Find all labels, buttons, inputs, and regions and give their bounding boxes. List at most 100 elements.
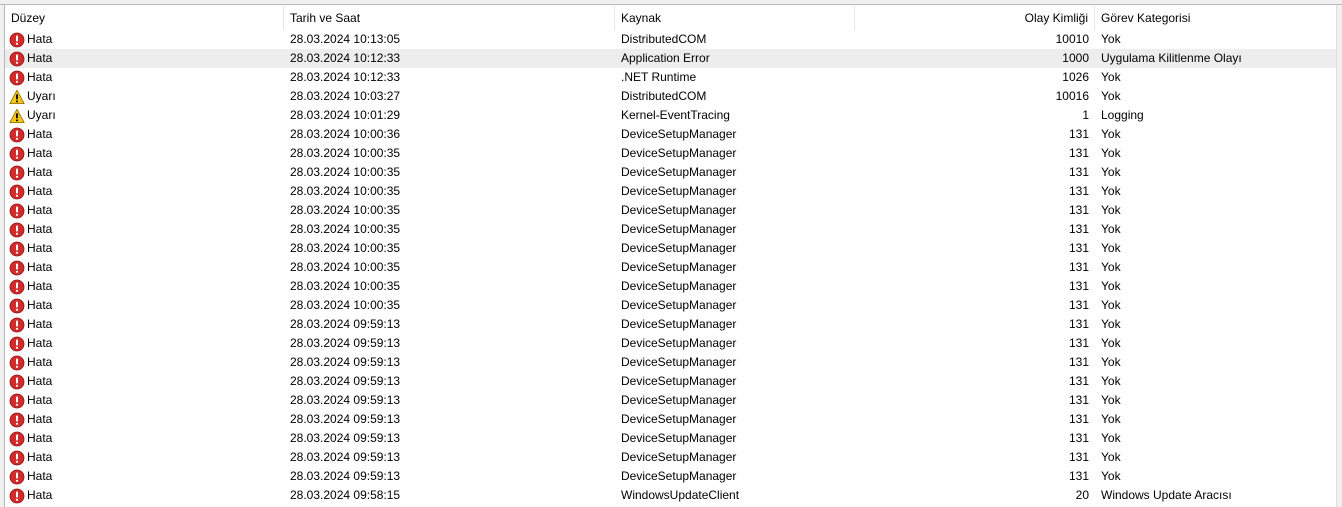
table-row[interactable]: Hata 28.03.2024 10:00:35 DeviceSetupManage… (5, 296, 1336, 315)
table-row[interactable]: Hata 28.03.2024 10:00:36 DeviceSetupManage… (5, 125, 1336, 144)
table-row[interactable]: Uyarı 28.03.2024 10:03:27 DistributedCOM 10… (5, 87, 1336, 106)
table-row[interactable]: Hata 28.03.2024 09:59:13 DeviceSetupManage… (5, 467, 1336, 486)
event-id-cell: 20 (1075, 488, 1089, 502)
source-cell: DeviceSetupManager (621, 298, 737, 312)
level-cell: Hata (5, 277, 284, 296)
level-label: Hata (27, 279, 53, 293)
date-cell: 28.03.2024 09:59:13 (290, 355, 401, 369)
date-cell: 28.03.2024 10:00:35 (290, 222, 401, 236)
table-row[interactable]: Hata 28.03.2024 10:00:35 DeviceSetupManage… (5, 277, 1336, 296)
event-id-cell: 131 (1068, 393, 1089, 407)
event-id-cell: 131 (1068, 184, 1089, 198)
source-cell: DeviceSetupManager (621, 203, 737, 217)
date-cell: 28.03.2024 10:12:33 (290, 70, 401, 84)
error-icon (9, 412, 25, 428)
table-row[interactable]: Hata 28.03.2024 09:58:15 WindowsUpdateClie… (5, 486, 1336, 505)
source-cell: DeviceSetupManager (621, 393, 737, 407)
source-cell: DeviceSetupManager (621, 374, 737, 388)
source-cell: DeviceSetupManager (621, 241, 737, 255)
table-row[interactable]: Hata 28.03.2024 09:59:13 DeviceSetupManage… (5, 448, 1336, 467)
source-cell: DeviceSetupManager (621, 222, 737, 236)
error-icon (9, 450, 25, 466)
category-cell: Yok (1101, 393, 1121, 407)
table-row[interactable]: Hata 28.03.2024 09:59:13 DeviceSetupManage… (5, 372, 1336, 391)
level-label: Hata (27, 51, 53, 65)
source-cell: DeviceSetupManager (621, 146, 737, 160)
table-row[interactable]: Hata 28.03.2024 10:00:35 DeviceSetupManage… (5, 220, 1336, 239)
category-cell: Uygulama Kilitlenme Olayı (1101, 51, 1242, 65)
table-row[interactable]: Hata 28.03.2024 10:00:35 DeviceSetupManage… (5, 182, 1336, 201)
level-label: Hata (27, 203, 53, 217)
level-cell: Hata (5, 296, 284, 315)
event-id-cell: 1 (1082, 108, 1089, 122)
source-cell: DistributedCOM (621, 89, 707, 103)
event-id-cell: 131 (1068, 317, 1089, 331)
source-cell: DeviceSetupManager (621, 127, 737, 141)
column-header-category[interactable]: Görev Kategorisi (1095, 6, 1336, 30)
event-id-cell: 131 (1068, 355, 1089, 369)
category-cell: Yok (1101, 450, 1121, 464)
error-icon (9, 222, 25, 238)
error-icon (9, 146, 25, 162)
source-cell: DeviceSetupManager (621, 279, 737, 293)
level-label: Hata (27, 70, 53, 84)
error-icon (9, 260, 25, 276)
table-row[interactable]: Hata 28.03.2024 10:00:35 DeviceSetupManage… (5, 163, 1336, 182)
event-id-cell: 131 (1068, 431, 1089, 445)
column-header-level[interactable]: Düzey (5, 6, 284, 30)
category-cell: Windows Update Aracısı (1101, 488, 1232, 502)
event-id-cell: 131 (1068, 165, 1089, 179)
category-cell: Yok (1101, 241, 1121, 255)
table-row[interactable]: Hata 28.03.2024 09:59:13 DeviceSetupManage… (5, 334, 1336, 353)
column-header-source[interactable]: Kaynak (615, 6, 855, 30)
error-icon (9, 355, 25, 371)
table-row[interactable]: Hata 28.03.2024 09:59:13 DeviceSetupManage… (5, 391, 1336, 410)
table-row[interactable]: Hata 28.03.2024 10:12:33 Application Error… (5, 49, 1336, 68)
level-cell: Uyarı (5, 87, 284, 106)
event-id-cell: 131 (1068, 374, 1089, 388)
level-label: Hata (27, 260, 53, 274)
category-cell: Yok (1101, 374, 1121, 388)
date-cell: 28.03.2024 09:59:13 (290, 336, 401, 350)
level-cell: Hata (5, 334, 284, 353)
level-label: Hata (27, 450, 53, 464)
level-cell: Hata (5, 30, 284, 49)
panel-top-border (0, 0, 1342, 5)
level-cell: Hata (5, 182, 284, 201)
error-icon (9, 51, 25, 67)
table-row[interactable]: Hata 28.03.2024 09:59:13 DeviceSetupManage… (5, 429, 1336, 448)
level-cell: Hata (5, 315, 284, 334)
table-row[interactable]: Uyarı 28.03.2024 10:01:29 Kernel-EventTrac… (5, 106, 1336, 125)
level-label: Uyarı (27, 89, 56, 103)
table-row[interactable]: Hata 28.03.2024 10:12:33 .NET Runtime 1026 Y… (5, 68, 1336, 87)
level-label: Uyarı (27, 108, 56, 122)
level-cell: Hata (5, 429, 284, 448)
event-list-panel: Düzey Tarih ve Saat Kaynak Olay Kimliği … (0, 0, 1342, 507)
category-cell: Yok (1101, 203, 1121, 217)
level-cell: Hata (5, 201, 284, 220)
category-cell: Yok (1101, 431, 1121, 445)
column-header-event-id[interactable]: Olay Kimliği (855, 6, 1095, 30)
date-cell: 28.03.2024 09:58:15 (290, 488, 401, 502)
category-cell: Yok (1101, 165, 1121, 179)
warning-icon (9, 89, 25, 105)
table-row[interactable]: Hata 28.03.2024 10:13:05 DistributedCOM 100… (5, 30, 1336, 49)
category-cell: Yok (1101, 127, 1121, 141)
table-row[interactable]: Hata 28.03.2024 09:59:13 DeviceSetupManage… (5, 353, 1336, 372)
source-cell: DeviceSetupManager (621, 355, 737, 369)
table-row[interactable]: Hata 28.03.2024 09:59:13 DeviceSetupManage… (5, 410, 1336, 429)
table-row[interactable]: Hata 28.03.2024 10:00:35 DeviceSetupManage… (5, 239, 1336, 258)
warning-icon (9, 108, 25, 124)
level-label: Hata (27, 317, 53, 331)
table-row[interactable]: Hata 28.03.2024 10:00:35 DeviceSetupManage… (5, 258, 1336, 277)
vertical-scrollbar[interactable] (1336, 5, 1342, 507)
column-header-date[interactable]: Tarih ve Saat (284, 6, 615, 30)
event-id-cell: 1026 (1062, 70, 1089, 84)
table-row[interactable]: Hata 28.03.2024 10:00:35 DeviceSetupManage… (5, 201, 1336, 220)
level-label: Hata (27, 241, 53, 255)
table-row[interactable]: Hata 28.03.2024 10:00:35 DeviceSetupManage… (5, 144, 1336, 163)
level-label: Hata (27, 412, 53, 426)
error-icon (9, 279, 25, 295)
table-row[interactable]: Hata 28.03.2024 09:59:13 DeviceSetupManage… (5, 315, 1336, 334)
level-label: Hata (27, 184, 53, 198)
